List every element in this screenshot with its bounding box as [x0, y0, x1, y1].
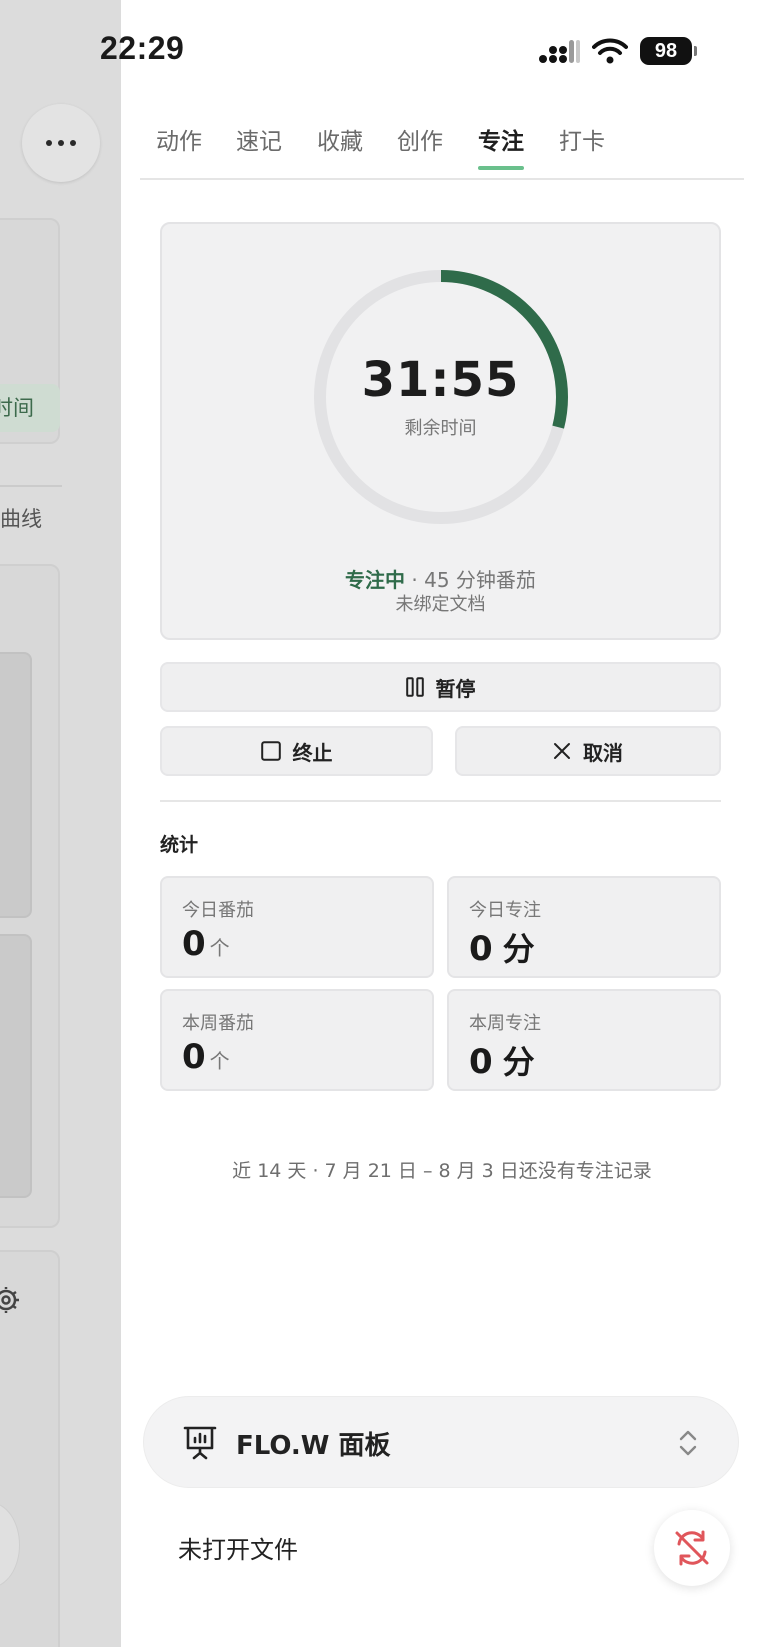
tab-quick-notes[interactable]: 速记 [236, 122, 282, 166]
stat-value: 0 [469, 929, 493, 969]
status-time: 22:29 [100, 30, 185, 66]
cancel-button[interactable]: 取消 [455, 726, 721, 776]
stat-today-focus: 今日专注 0分 [447, 876, 721, 978]
stat-unit: 分 [502, 930, 535, 968]
more-dots-icon [46, 140, 52, 146]
tab-actions[interactable]: 动作 [156, 122, 202, 166]
gear-icon [0, 1287, 19, 1313]
more-button[interactable] [22, 104, 100, 182]
close-icon [554, 743, 570, 759]
tab-create[interactable]: 创作 [397, 122, 443, 166]
pomodoro-length-label: · 45 分钟番茄 [405, 568, 536, 592]
pause-icon [405, 677, 424, 697]
tab-focus[interactable]: 专注 [478, 122, 524, 170]
presentation-board-icon [183, 1426, 217, 1460]
background-label: 曲线 [0, 507, 42, 531]
cancel-button-label: 取消 [583, 740, 623, 765]
stat-value: 0 [182, 924, 206, 964]
stat-unit: 个 [209, 936, 230, 960]
stop-button-label: 终止 [292, 740, 333, 765]
stat-label: 今日专注 [469, 900, 541, 921]
empty-history-note: 近 14 天 · 7 月 21 日 – 8 月 3 日还没有专注记录 [232, 1160, 652, 1182]
chevron-up-down-icon [679, 1430, 697, 1456]
stop-button[interactable]: 终止 [160, 726, 433, 776]
stat-label: 今日番茄 [182, 900, 254, 921]
stat-label: 本周专注 [469, 1013, 541, 1034]
background-inner-card [0, 934, 32, 1198]
timer-remaining: 31:55 [361, 352, 520, 408]
status-indicators: 98 [538, 36, 697, 66]
tab-check-in[interactable]: 打卡 [559, 122, 605, 166]
background-divider [0, 485, 62, 487]
no-file-label: 未打开文件 [178, 1536, 298, 1564]
stat-label: 本周番茄 [182, 1013, 254, 1034]
sync-button[interactable] [654, 1510, 730, 1586]
background-panel: 时间 曲线 [0, 0, 121, 1647]
sync-disabled-icon [675, 1530, 709, 1566]
stats-title: 统计 [160, 834, 199, 856]
stat-week-pomodoros: 本周番茄 0个 [160, 989, 434, 1091]
stat-value: 0 [469, 1042, 493, 1082]
stop-square-icon [260, 741, 281, 761]
bound-document-label: 未绑定文档 [395, 594, 486, 615]
tab-favorites[interactable]: 收藏 [317, 122, 363, 166]
panel-title: FLO.W 面板 [236, 1431, 391, 1461]
panel-selector[interactable]: FLO.W 面板 [143, 1396, 739, 1488]
pause-button-label: 暂停 [435, 676, 476, 701]
section-divider [160, 800, 721, 802]
wifi-icon [592, 38, 628, 64]
timer-remaining-label: 剩余时间 [404, 418, 477, 439]
cellular-signal-icon [539, 40, 580, 63]
stat-week-focus: 本周专注 0分 [447, 989, 721, 1091]
stat-unit: 个 [209, 1049, 230, 1073]
stat-value: 0 [182, 1037, 206, 1077]
stat-unit: 分 [502, 1043, 535, 1081]
background-inner-card [0, 652, 32, 918]
timer-status: 专注中 · 45 分钟番茄 [162, 564, 719, 593]
battery-indicator: 98 [640, 37, 697, 65]
tab-bar: 动作 速记 收藏 创作 专注 打卡 [140, 108, 744, 180]
timer-card: 31:55 剩余时间 专注中 · 45 分钟番茄 未绑定文档 [160, 222, 721, 640]
pause-button[interactable]: 暂停 [160, 662, 721, 712]
stat-today-pomodoros: 今日番茄 0个 [160, 876, 434, 978]
background-chip: 时间 [0, 384, 60, 432]
focus-state-label: 专注中 [345, 568, 406, 592]
